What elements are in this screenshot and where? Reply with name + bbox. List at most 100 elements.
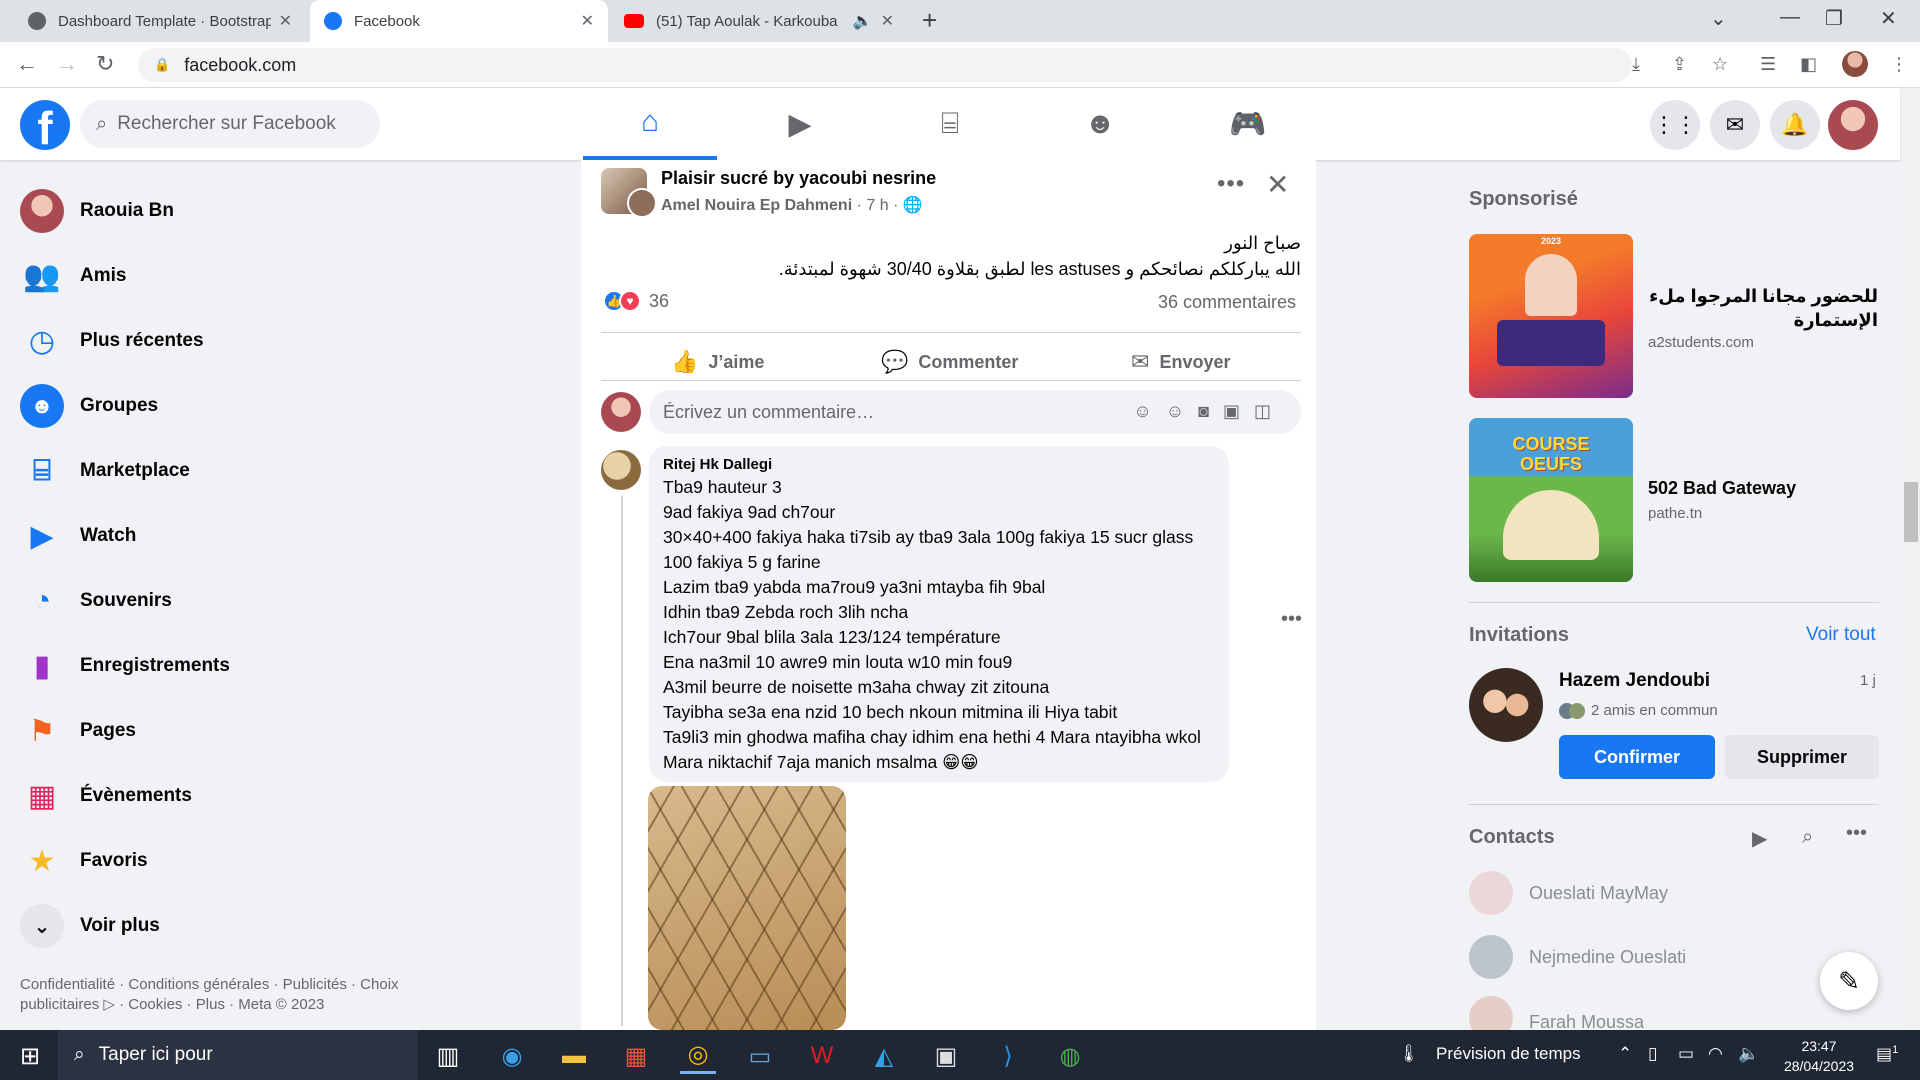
post-time[interactable]: · 7 h · — [852, 197, 903, 214]
gif-icon[interactable]: ▣ — [1223, 401, 1254, 421]
close-tab-icon[interactable]: ✕ — [581, 11, 594, 31]
edge-icon[interactable]: ◉ — [494, 1038, 530, 1074]
reactions-summary[interactable]: 👍 ♥ 36 — [603, 290, 669, 312]
ad-url[interactable]: a2students.com — [1648, 334, 1754, 351]
avatar[interactable] — [1469, 668, 1543, 742]
share-icon[interactable]: ⇪ — [1672, 54, 1687, 75]
comment-input[interactable]: Écrivez un commentaire… ☺☺◙▣◫ — [649, 390, 1301, 434]
comment-button[interactable]: 💬 Commenter — [881, 340, 1018, 384]
facebook-logo[interactable]: f — [20, 100, 70, 154]
sidebar-item-recent[interactable]: ◷ Plus récentes — [20, 312, 540, 370]
contact-item[interactable]: Farah Moussa — [1469, 996, 1644, 1030]
see-all-link[interactable]: Voir tout — [1806, 624, 1876, 646]
comment-author[interactable]: Ritej Hk Dallegi — [663, 456, 1215, 473]
mutual-friends[interactable]: 2 amis en commun — [1559, 702, 1718, 719]
browser-tab-youtube[interactable]: (51) Tap Aoulak - Karkouba 🔈 ✕ — [610, 0, 908, 42]
footer-links[interactable]: Confidentialité · Conditions générales ·… — [20, 975, 440, 995]
new-tab-button[interactable]: + — [922, 6, 937, 34]
sidebar-item-marketplace[interactable]: ⌸ Marketplace — [20, 442, 540, 500]
new-message-icon[interactable]: ✎ — [1820, 952, 1878, 1010]
delete-button[interactable]: Supprimer — [1725, 735, 1879, 779]
search-input[interactable]: ⌕ Rechercher sur Facebook — [80, 100, 380, 148]
reload-icon[interactable]: ↻ — [96, 52, 114, 76]
ad-title[interactable]: 502 Bad Gateway — [1648, 478, 1796, 499]
comment-options-icon[interactable]: ••• — [1281, 608, 1302, 631]
forward-icon[interactable]: → — [56, 52, 78, 76]
sidebar-item-groupes[interactable]: ☻ Groupes — [20, 377, 540, 435]
browser-profile-avatar[interactable] — [1842, 51, 1868, 77]
notifications-icon[interactable]: ▤1 — [1876, 1044, 1898, 1065]
avatar[interactable] — [601, 392, 641, 432]
messenger-icon[interactable]: ✉ — [1710, 100, 1760, 150]
system-clock[interactable]: 23:47 28/04/2023 — [1774, 1036, 1864, 1076]
app-icon[interactable]: ▭ — [742, 1038, 778, 1074]
sidebar-item-voir-plus[interactable]: ⌄ Voir plus — [20, 897, 540, 955]
sidebar-item-evenements[interactable]: ▦ Évènements — [20, 767, 540, 825]
maximize-icon[interactable]: ❐ — [1825, 6, 1843, 31]
back-icon[interactable]: ← — [16, 52, 38, 76]
task-view-icon[interactable]: ▥ — [430, 1038, 466, 1074]
author-avatar[interactable] — [627, 188, 657, 218]
tray-app-icon[interactable]: ▯ — [1648, 1044, 1657, 1064]
emoji-icon[interactable]: ☺ — [1166, 401, 1198, 421]
contacts-options-icon[interactable]: ••• — [1846, 822, 1867, 845]
video-call-icon[interactable]: ▶ — [1752, 826, 1767, 851]
sidebar-item-pages[interactable]: ⚑ Pages — [20, 702, 540, 760]
weather-text[interactable]: Prévision de temps — [1436, 1044, 1581, 1064]
confirm-button[interactable]: Confirmer — [1559, 735, 1715, 779]
groups-icon[interactable]: ☻ — [1033, 88, 1167, 160]
wifi-icon[interactable]: ◠ — [1708, 1044, 1723, 1064]
volume-icon[interactable]: 🔈 — [1738, 1044, 1759, 1064]
commenter-avatar[interactable] — [601, 450, 641, 490]
ad-image-expo[interactable]: 2023 — [1469, 234, 1633, 398]
notifications-bell-icon[interactable]: 🔔 — [1770, 100, 1820, 150]
contact-item[interactable]: Nejmedine Oueslati — [1469, 932, 1686, 982]
chrome-icon[interactable]: ◎ — [680, 1038, 716, 1074]
ad-image-movie[interactable]: COURSE OEUFS — [1469, 418, 1633, 582]
sidebar-item-profile[interactable]: Raouia Bn — [20, 182, 540, 240]
minimize-icon[interactable]: — — [1780, 6, 1800, 29]
page-scrollbar[interactable] — [1902, 88, 1920, 1030]
scrollbar-thumb[interactable] — [1904, 482, 1918, 542]
comment-count[interactable]: 36 commentaires — [1158, 292, 1296, 313]
battery-icon[interactable]: ▭ — [1678, 1044, 1694, 1064]
browser-tab-facebook[interactable]: Facebook ✕ — [310, 0, 608, 42]
sidebar-item-enregistrements[interactable]: ▮ Enregistrements — [20, 637, 540, 695]
gaming-icon[interactable]: 🎮 — [1181, 88, 1315, 160]
sidebar-item-souvenirs[interactable]: ◔ Souvenirs — [20, 572, 540, 630]
windows-start-icon[interactable]: ⊞ — [12, 1038, 48, 1074]
store-icon[interactable]: ▦ — [618, 1038, 654, 1074]
weather-icon[interactable]: 🌡 — [1398, 1044, 1420, 1064]
taskbar-search[interactable]: ⌕ Taper ici pour — [58, 1030, 418, 1080]
app-icon[interactable]: ◭ — [866, 1038, 902, 1074]
sidebar-item-favoris[interactable]: ★ Favoris — [20, 832, 540, 890]
app-icon[interactable]: ◍ — [1052, 1038, 1088, 1074]
contact-item[interactable]: Oueslati MayMay — [1469, 868, 1668, 918]
sidebar-item-amis[interactable]: 👥 Amis — [20, 247, 540, 305]
avatar-sticker-icon[interactable]: ☺ — [1133, 401, 1165, 421]
address-bar[interactable]: 🔒 facebook.com — [138, 48, 1632, 82]
post-author[interactable]: Amel Nouira Ep Dahmeni — [661, 197, 852, 214]
install-icon[interactable]: ⤓ — [1632, 54, 1640, 75]
tab-search-icon[interactable]: ⌄ — [1710, 6, 1727, 31]
mute-icon[interactable]: 🔈 — [853, 11, 873, 31]
send-button[interactable]: ✉ Envoyer — [1131, 340, 1230, 384]
window-close-icon[interactable]: ✕ — [1880, 6, 1897, 31]
bookmark-star-icon[interactable]: ☆ — [1712, 54, 1728, 75]
vscode-icon[interactable]: ⟩ — [990, 1038, 1026, 1074]
invite-name[interactable]: Hazem Jendoubi — [1559, 670, 1710, 692]
like-button[interactable]: 👍 J’aime — [671, 340, 764, 384]
menu-grid-icon[interactable]: ⋮⋮ — [1650, 100, 1700, 150]
terminal-icon[interactable]: ▣ — [928, 1038, 964, 1074]
reading-list-icon[interactable]: ☰ — [1760, 54, 1776, 75]
side-panel-icon[interactable]: ◧ — [1800, 54, 1817, 75]
account-avatar[interactable] — [1828, 100, 1878, 150]
browser-tab-dashboard[interactable]: Dashboard Template · Bootstrap ✕ — [14, 0, 306, 42]
sidebar-item-watch[interactable]: ▶ Watch — [20, 507, 540, 565]
watch-icon[interactable]: ▶ — [733, 88, 867, 160]
marketplace-icon[interactable]: ⌸ — [883, 88, 1017, 160]
search-icon[interactable]: ⌕ — [1802, 826, 1813, 849]
camera-icon[interactable]: ◙ — [1198, 401, 1223, 421]
ad-url[interactable]: pathe.tn — [1648, 505, 1702, 522]
show-hidden-icons-icon[interactable]: ⌃ — [1618, 1044, 1632, 1064]
